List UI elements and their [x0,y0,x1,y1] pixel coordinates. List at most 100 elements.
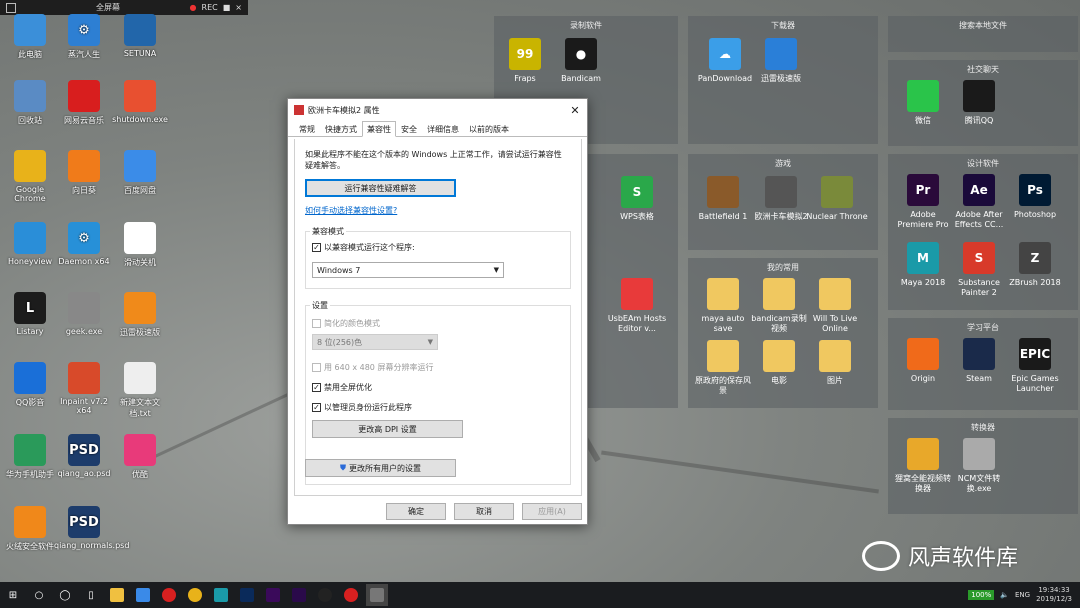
dialog-titlebar[interactable]: 欧洲卡车模拟2 属性 ✕ [288,99,587,121]
app-tile[interactable]: 图片 [804,340,866,386]
app-tile-label: Steam [966,374,992,383]
desktop-icon[interactable]: Inpaint v7.2 x64 [54,362,114,415]
app-tile[interactable]: Battlefield 1 [692,176,754,222]
desktop-icon[interactable]: 新建文本文档.txt [110,362,170,419]
cortana-icon[interactable]: ◯ [54,584,76,606]
ok-button[interactable]: 确定 [386,503,446,520]
app-tile[interactable]: 狸窝全能视频转换器 [892,438,954,494]
game-icon[interactable] [366,584,388,606]
cancel-button[interactable]: 取消 [454,503,514,520]
photoshop-icon[interactable] [236,584,258,606]
app-tile[interactable]: 99 Fraps [494,38,556,84]
task-view-icon[interactable]: ▯ [80,584,102,606]
app-tile[interactable]: Origin [892,338,954,384]
color-depth-select[interactable]: 8 位(256)色 ▼ [312,334,438,350]
volume-icon[interactable]: 🔈 [1000,591,1009,599]
desktop-icon[interactable]: ⚙ 蒸汽人生 [54,14,114,60]
disable-fullscreen-checkbox[interactable]: ✓ 禁用全屏优化 [312,382,372,393]
app-tile[interactable]: maya auto save [692,278,754,334]
tab[interactable]: 以前的版本 [464,121,514,136]
desktop-icon[interactable]: 百度网盘 [110,150,170,196]
desktop-icon[interactable]: shutdown.exe [110,80,170,124]
tab[interactable]: 详细信息 [422,121,464,136]
app-tile[interactable]: Ps Photoshop [1004,174,1066,220]
app-tile[interactable]: EPIC Epic Games Launcher [1004,338,1066,394]
manual-settings-link[interactable]: 如何手动选择兼容性设置? [305,205,397,216]
desktop-icon[interactable]: QQ影音 [0,362,60,408]
desktop-icon[interactable]: ⚙ Daemon x64 [54,222,114,266]
app-tile[interactable]: 微信 [892,80,954,126]
app-tile[interactable]: 腾讯QQ [948,80,1010,126]
desktop-icon[interactable]: 网易云音乐 [54,80,114,126]
search-icon[interactable]: ○ [28,584,50,606]
apply-button[interactable]: 应用(A) [522,503,582,520]
battery-indicator[interactable]: 100% [968,590,995,600]
qq-icon[interactable] [314,584,336,606]
chrome-icon[interactable] [184,584,206,606]
reduced-color-checkbox[interactable]: 简化的颜色模式 [312,318,380,329]
desktop-icon[interactable]: PSD qiang_normals.psd [54,506,129,550]
all-users-button[interactable]: ⛊ 更改所有用户的设置 [305,459,456,477]
tab[interactable]: 兼容性 [362,121,396,137]
desktop-icon[interactable]: 华为手机助手 [0,434,60,480]
window-icon[interactable] [6,2,16,13]
start-button[interactable]: ⊞ [2,584,24,606]
app-tile[interactable]: S Substance Painter 2 [948,242,1010,298]
desktop-icon[interactable]: L Listary [0,292,60,336]
app-tile[interactable]: 迅雷极速版 [750,38,812,84]
app-tile[interactable]: 欧洲卡车模拟2 [750,176,812,222]
desktop-icon[interactable]: geek.exe [54,292,114,336]
desktop-icon[interactable]: 此电脑 [0,14,60,60]
troubleshoot-button[interactable]: 运行兼容性疑难解答 [305,179,456,197]
language-indicator[interactable]: ENG [1015,591,1030,599]
app-tile[interactable]: Z ZBrush 2018 [1004,242,1066,288]
tab[interactable]: 安全 [396,121,422,136]
bandicam-icon[interactable] [340,584,362,606]
desktop-icon[interactable]: 优酷 [110,434,170,480]
after-effects-icon[interactable] [288,584,310,606]
dpi-settings-button[interactable]: 更改高 DPI 设置 [312,420,463,438]
desktop-icon[interactable]: 迅雷极速版 [110,292,170,338]
premiere-icon[interactable] [262,584,284,606]
compat-os-select[interactable]: Windows 7 ▼ [312,262,504,278]
run-admin-checkbox[interactable]: ✓ 以管理员身份运行此程序 [312,402,412,413]
app-tile[interactable]: Ae Adobe After Effects CC... [948,174,1010,230]
desktop-icon[interactable]: Honeyview [0,222,60,266]
netease-music-icon[interactable] [158,584,180,606]
desktop-icon[interactable]: SETUNA [110,14,170,58]
app-tile[interactable]: Nuclear Throne [806,176,868,222]
app-tile[interactable]: S WPS表格 [606,176,668,222]
app-tile[interactable]: bandicam录制视频 [748,278,810,334]
listary-icon[interactable] [132,584,154,606]
close-icon[interactable]: × [235,3,242,12]
app-tile[interactable]: NCM文件转换.exe [948,438,1010,494]
app-tile[interactable]: ☁ PanDownload [694,38,756,84]
compat-mode-checkbox[interactable]: ✓ 以兼容模式运行这个程序: [312,242,415,253]
maya-icon[interactable] [210,584,232,606]
app-tile[interactable]: ● Bandicam [550,38,612,84]
desktop-icon[interactable]: 向日葵 [54,150,114,196]
tab[interactable]: 常规 [294,121,320,136]
app-tile[interactable]: UsbEAm Hosts Editor v... [606,278,668,334]
app-tile[interactable]: Pr Adobe Premiere Pro [892,174,954,230]
shield-icon: ⛊ [340,463,346,472]
tile-group-title: 录制软件 [570,21,602,30]
file-explorer-icon[interactable] [106,584,128,606]
desktop-icon[interactable]: PSD qiang_ao.psd [54,434,114,478]
desktop-icon[interactable]: 火绒安全软件 [0,506,60,552]
res-640-checkbox[interactable]: 用 640 x 480 屏幕分辨率运行 [312,362,433,373]
tile-group-title: 学习平台 [967,323,999,332]
app-tile[interactable]: M Maya 2018 [892,242,954,288]
desktop-icon[interactable]: 滑动关机 [110,222,170,268]
app-tile[interactable]: 电影 [748,340,810,386]
clock[interactable]: 19:34:33 2019/12/3 [1036,586,1072,604]
rec-label[interactable]: REC [202,3,218,12]
app-tile[interactable]: 原政府的保存风景 [692,340,754,396]
desktop-icon[interactable]: 回收站 [0,80,60,126]
camera-icon[interactable]: ■ [223,3,231,12]
app-tile[interactable]: Will To Live Online [804,278,866,334]
close-icon[interactable]: ✕ [563,104,587,117]
tab[interactable]: 快捷方式 [320,121,362,136]
app-tile[interactable]: Steam [948,338,1010,384]
desktop-icon[interactable]: Google Chrome [0,150,60,203]
